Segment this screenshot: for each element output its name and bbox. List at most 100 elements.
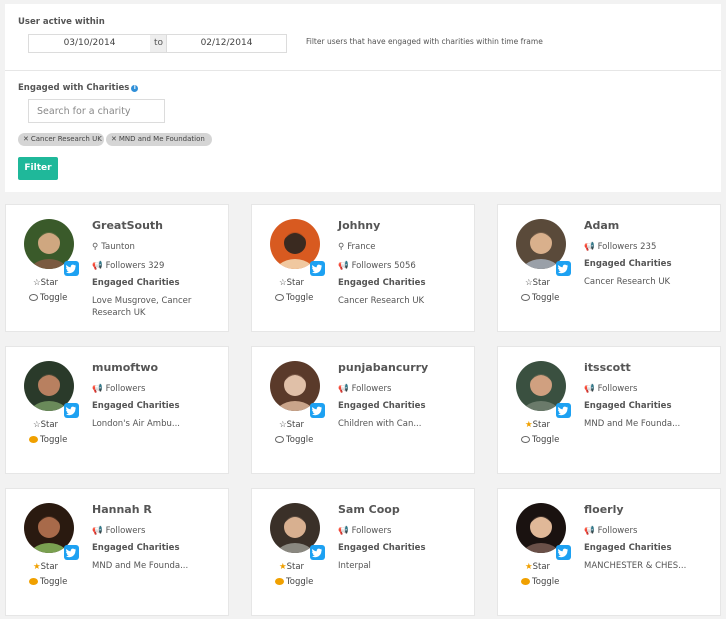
twitter-icon	[64, 261, 79, 276]
engaged-charities-value: Cancer Research UK	[584, 277, 671, 287]
star-label: Star	[40, 562, 59, 572]
user-card: ☆Star Toggle GreatSouth ⚲ Taunton 📢 Followe…	[5, 204, 229, 332]
bullhorn-icon: 📢	[92, 261, 103, 271]
followers-label: Followers	[105, 384, 146, 394]
date-to-input[interactable]: 02/12/2014	[166, 34, 287, 53]
user-followers: 📢 Followers 235	[584, 242, 656, 252]
toggle-label: Toggle	[286, 577, 314, 587]
toggle-button[interactable]: Toggle	[275, 435, 313, 445]
active-within-label: User active within	[18, 17, 105, 27]
star-button[interactable]: ☆Star	[525, 278, 550, 288]
twitter-icon	[310, 545, 325, 560]
user-card: ★Star Toggle floerly 📢 Followers Engaged …	[497, 488, 721, 616]
user-followers: 📢 Followers	[584, 384, 637, 394]
user-followers: 📢 Followers	[92, 526, 145, 536]
user-location: ⚲ Taunton	[92, 242, 135, 252]
engaged-charities-label: Engaged Charities	[584, 401, 672, 411]
bullhorn-icon: 📢	[338, 526, 349, 536]
twitter-icon	[556, 403, 571, 418]
user-name[interactable]: floerly	[584, 503, 624, 516]
engaged-charities-heading: Engaged Charities	[584, 401, 672, 411]
toggle-button[interactable]: Toggle	[521, 293, 559, 303]
charity-tag: ✕ Cancer Research UK	[18, 133, 104, 146]
filter-panel: User active within 03/10/2014 to 02/12/2…	[5, 4, 721, 192]
user-name[interactable]: itsscott	[584, 361, 631, 374]
charity-tag-label: MND and Me Foundation	[118, 135, 205, 143]
followers-label: Followers	[351, 526, 392, 536]
star-icon: ★	[525, 562, 533, 572]
twitter-icon	[64, 403, 79, 418]
engaged-charities-heading: Engaged Charities	[92, 543, 180, 553]
divider	[5, 70, 721, 71]
user-card: ★Star Toggle Hannah R 📢 Followers Engaged…	[5, 488, 229, 616]
user-name[interactable]: Johhny	[338, 219, 380, 232]
star-button[interactable]: ☆Star	[33, 420, 58, 430]
user-card: ★Star Toggle itsscott 📢 Followers Engaged…	[497, 346, 721, 474]
info-icon[interactable]: i	[131, 85, 139, 92]
star-icon: ☆	[525, 278, 533, 288]
user-name[interactable]: Adam	[584, 219, 619, 232]
engaged-charities-value: Children with Can...	[338, 419, 422, 429]
toggle-label: Toggle	[286, 435, 314, 445]
engaged-charities-heading: Engaged Charities	[92, 278, 180, 288]
charity-search-input[interactable]	[28, 99, 165, 123]
map-marker-icon: ⚲	[92, 242, 99, 252]
twitter-icon	[64, 545, 79, 560]
followers-label: Followers	[597, 384, 638, 394]
star-icon: ☆	[279, 278, 287, 288]
filter-button[interactable]: Filter	[18, 157, 58, 180]
engaged-charities-heading: Engaged Charities	[584, 543, 672, 553]
twitter-icon	[310, 403, 325, 418]
toggle-button[interactable]: Toggle	[29, 577, 67, 587]
close-icon[interactable]: ✕	[23, 135, 29, 143]
engaged-charities-label: Engaged Charities	[584, 259, 672, 269]
star-button[interactable]: ☆Star	[279, 278, 304, 288]
toggle-button[interactable]: Toggle	[29, 293, 67, 303]
engaged-charities-value: London's Air Ambu...	[92, 419, 180, 429]
star-icon: ★	[33, 562, 41, 572]
followers-label: Followers	[597, 526, 638, 536]
star-button[interactable]: ☆Star	[279, 420, 304, 430]
engaged-charities-heading: Engaged Charities	[584, 259, 672, 269]
star-label: Star	[40, 278, 59, 288]
star-button[interactable]: ☆Star	[33, 278, 58, 288]
star-label: Star	[286, 562, 305, 572]
date-to-separator: to	[150, 34, 167, 53]
star-button[interactable]: ★Star	[525, 562, 550, 572]
engaged-charities-label: Engaged Charities	[338, 401, 426, 411]
toggle-label: Toggle	[286, 293, 314, 303]
engaged-charities-heading: Engaged Charities	[338, 401, 426, 411]
star-label: Star	[532, 278, 551, 288]
user-name[interactable]: Sam Coop	[338, 503, 400, 516]
toggle-button[interactable]: Toggle	[521, 435, 559, 445]
charity-tag: ✕ MND and Me Foundation	[106, 133, 212, 146]
star-icon: ★	[279, 562, 287, 572]
user-name[interactable]: punjabancurry	[338, 361, 428, 374]
engaged-charities-label: Engaged Charities	[92, 543, 180, 553]
comment-icon	[521, 436, 530, 443]
engaged-charities-heading: Engaged Charities	[338, 543, 426, 553]
engaged-charities-value: Cancer Research UK	[338, 296, 425, 306]
date-from-input[interactable]: 03/10/2014	[28, 34, 151, 53]
star-button[interactable]: ★Star	[525, 420, 550, 430]
twitter-icon	[310, 261, 325, 276]
toggle-button[interactable]: Toggle	[275, 577, 313, 587]
location-text: Taunton	[101, 242, 135, 252]
charities-label: Engaged with Charities i	[18, 83, 139, 93]
star-icon: ☆	[33, 420, 41, 430]
toggle-button[interactable]: Toggle	[521, 577, 559, 587]
user-name[interactable]: Hannah R	[92, 503, 152, 516]
comment-icon	[29, 294, 38, 301]
user-name[interactable]: GreatSouth	[92, 219, 163, 232]
followers-label: Followers	[351, 384, 392, 394]
engaged-charities-heading: Engaged Charities	[92, 401, 180, 411]
comment-icon	[521, 294, 530, 301]
star-button[interactable]: ★Star	[33, 562, 58, 572]
date-help-text: Filter users that have engaged with char…	[306, 37, 543, 46]
toggle-button[interactable]: Toggle	[275, 293, 313, 303]
twitter-icon	[556, 261, 571, 276]
toggle-button[interactable]: Toggle	[29, 435, 67, 445]
star-button[interactable]: ★Star	[279, 562, 304, 572]
user-name[interactable]: mumoftwo	[92, 361, 158, 374]
close-icon[interactable]: ✕	[111, 135, 117, 143]
